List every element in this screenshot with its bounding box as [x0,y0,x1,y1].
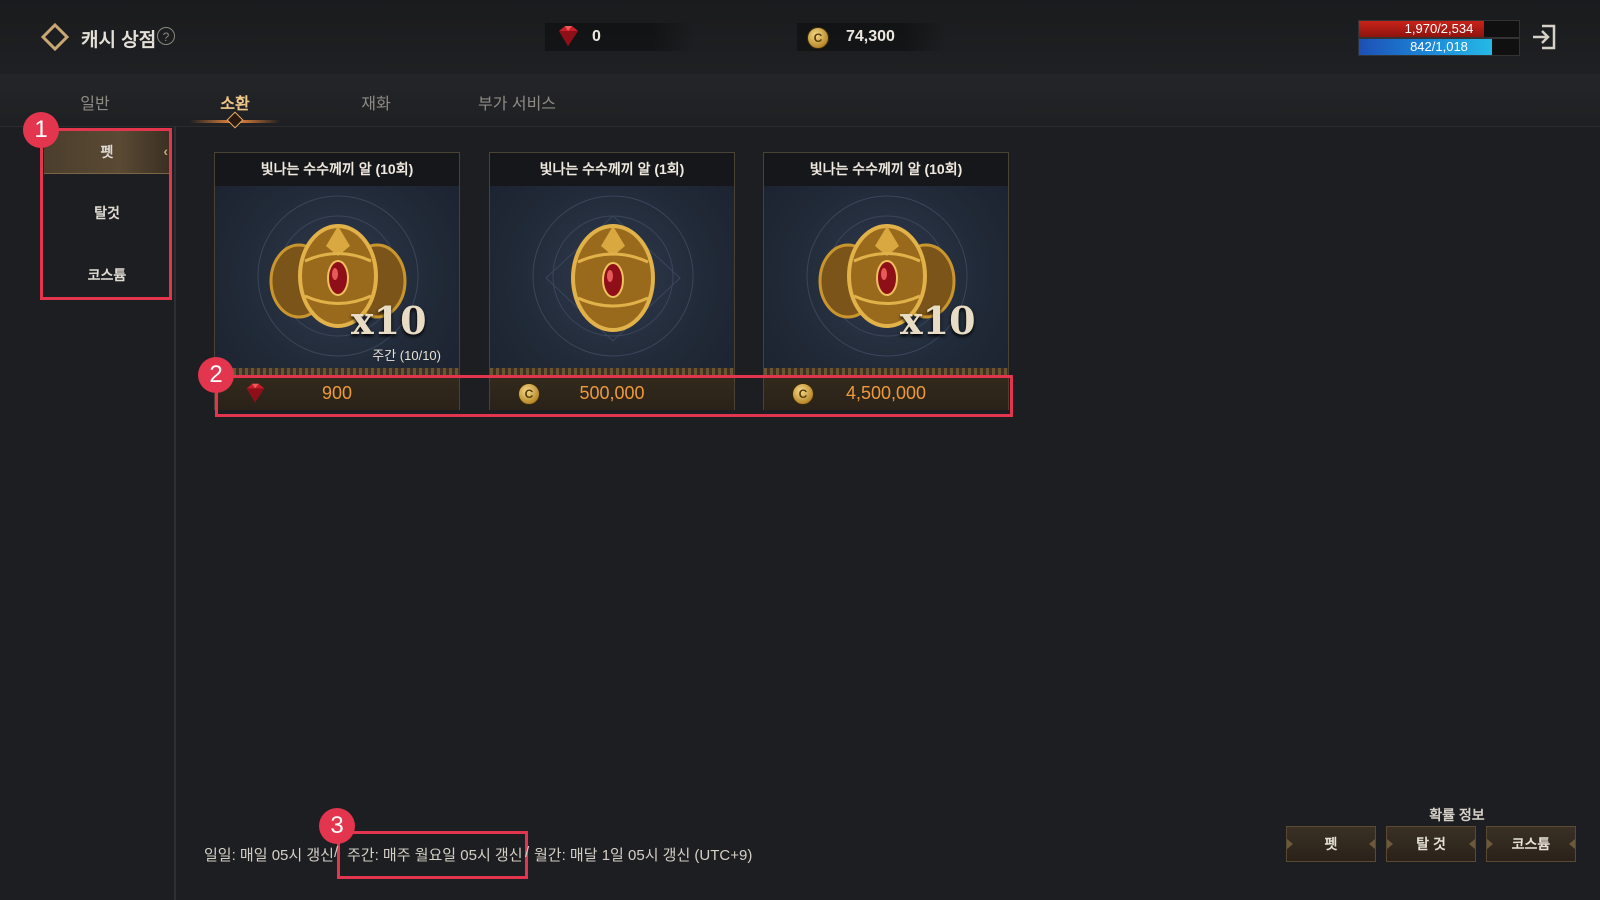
product-card[interactable]: 빛나는 수수께끼 알 (1회) C 500,000 [489,152,735,410]
card-title: 빛나는 수수께끼 알 (10회) [215,153,459,186]
annotation-marker-1: 1 [23,112,59,148]
page-title: 캐시 상점 [81,30,157,51]
sidebar-divider [174,126,176,900]
daily-reset-note: 일일: 매일 05시 갱신 [204,847,334,864]
multiplier-label: x10 [351,298,427,343]
mp-bar: 842/1,018 [1358,38,1520,56]
probability-info-title: 확률 정보 [1429,807,1485,823]
tab-general[interactable]: 일반 [35,90,155,114]
annotation-box-sidebar [40,128,172,300]
top-bar: 캐시 상점 ? 0 C 74,300 1,970/2,534 842/1,018 [0,0,1600,74]
monthly-reset-note: 월간: 매달 1일 05시 갱신 (UTC+9) [534,847,753,864]
separator: / [334,844,339,861]
weekly-reset-note: 주간: 매주 월요일 05시 갱신 [347,847,523,864]
hp-text: 1,970/2,534 [1404,21,1474,36]
egg-icon [806,195,968,357]
mp-text: 842/1,018 [1410,39,1468,54]
egg-icon [532,195,694,357]
probability-mount-button[interactable]: 탈 것 [1386,826,1476,862]
annotation-marker-3: 3 [319,808,355,844]
tab-bar: 일반 소환 재화 부가 서비스 [0,74,1600,129]
probability-costume-button[interactable]: 코스튬 [1486,826,1576,862]
card-art [490,186,734,376]
gem-amount: 0 [592,28,601,45]
exit-icon[interactable] [1530,22,1558,52]
card-art: x10 [764,186,1008,376]
active-tab-diamond-icon [226,111,244,129]
gold-amount: 74,300 [846,28,895,45]
probability-pet-button[interactable]: 펫 [1286,826,1376,862]
tab-currency[interactable]: 재화 [316,90,436,114]
product-card[interactable]: 빛나는 수수께끼 알 (10회) x10 주간 (10/10) 900 [214,152,460,410]
annotation-box-prices [215,375,1013,417]
purchase-limit: 주간 (10/10) [372,348,441,363]
annotation-marker-2: 2 [198,357,234,393]
card-title: 빛나는 수수께끼 알 (1회) [490,153,734,186]
gold-coin-icon: C [807,27,829,49]
back-diamond-icon[interactable] [40,22,70,52]
ruby-icon [559,26,578,46]
card-title: 빛나는 수수께끼 알 (10회) [764,153,1008,186]
help-icon[interactable]: ? [157,27,175,45]
product-card[interactable]: 빛나는 수수께끼 알 (10회) x10 C 4,500,000 [763,152,1009,410]
multiplier-label: x10 [900,298,976,343]
tab-summon[interactable]: 소환 [175,90,295,114]
separator: / [525,844,530,861]
hp-bar: 1,970/2,534 [1358,20,1520,38]
tab-extra-services[interactable]: 부가 서비스 [457,90,577,114]
